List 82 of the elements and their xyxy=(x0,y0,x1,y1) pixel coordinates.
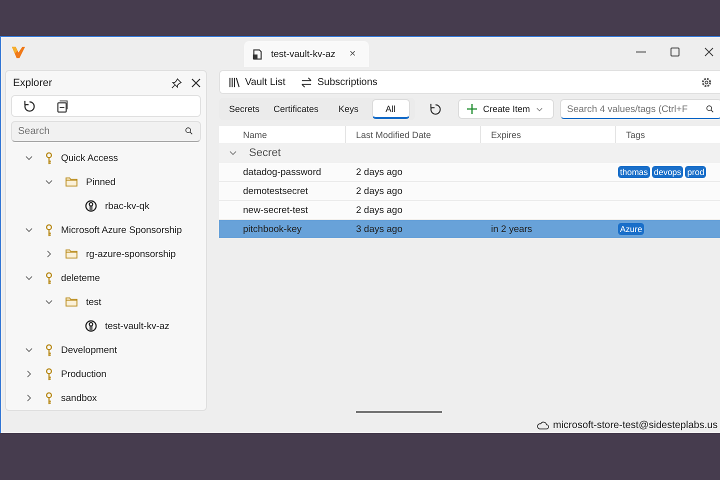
settings-icon[interactable] xyxy=(701,76,712,88)
table-row[interactable]: demotestsecret 2 days ago xyxy=(219,182,720,201)
tree-item[interactable]: test xyxy=(11,290,201,314)
chevron-right-icon[interactable] xyxy=(45,250,53,258)
chevron-down-icon[interactable] xyxy=(45,298,53,306)
key-icon xyxy=(45,152,53,164)
refresh-icon[interactable] xyxy=(23,100,36,112)
vault-lock-icon xyxy=(252,48,263,60)
tree-item[interactable]: deleteme xyxy=(11,266,201,290)
search-icon xyxy=(706,105,714,113)
tree-item[interactable]: sandbox xyxy=(11,386,201,410)
table-cell: 3 days ago xyxy=(356,224,402,234)
tab-title: test-vault-kv-az xyxy=(271,48,336,60)
table-cell: in 2 years xyxy=(491,224,532,234)
chevron-down-icon[interactable] xyxy=(25,154,33,162)
tree-item[interactable]: test-vault-kv-az xyxy=(11,314,201,338)
key-icon xyxy=(45,368,53,380)
tag: devops xyxy=(652,166,684,178)
search-field[interactable]: Search xyxy=(11,121,201,142)
account-label: microsoft-store-test@sidesteplabs.us xyxy=(553,420,718,431)
search-icon xyxy=(185,127,193,135)
group-label: Secret xyxy=(249,147,281,159)
filter-tab[interactable]: Keys xyxy=(332,99,366,119)
filter-tab[interactable]: Certificates xyxy=(266,99,326,119)
table-row[interactable]: datadog-password 2 days ago thomas devops prod xyxy=(219,163,720,182)
table-cell: 2 days ago xyxy=(356,186,402,196)
tree-item[interactable]: rg-azure-sponsorship xyxy=(11,242,201,266)
chevron-down-icon[interactable] xyxy=(25,274,33,282)
folder-icon xyxy=(65,297,78,307)
subscriptions-button[interactable]: Subscriptions xyxy=(301,76,378,88)
library-icon xyxy=(229,76,240,88)
tag: prod xyxy=(685,166,706,178)
tree-item[interactable]: Production xyxy=(11,362,201,386)
cloud-icon xyxy=(537,421,549,430)
swap-icon xyxy=(301,76,312,88)
table-row[interactable]: pitchbook-key 3 days ago in 2 years Azure xyxy=(219,220,720,239)
folder-icon xyxy=(65,249,78,259)
vault-icon xyxy=(85,200,97,212)
key-icon xyxy=(45,392,53,404)
tag: thomas xyxy=(618,166,650,178)
tree-item[interactable]: Pinned xyxy=(11,170,201,194)
collapse-all-icon[interactable] xyxy=(56,100,69,112)
table-cell: 2 days ago xyxy=(356,204,402,216)
chevron-down-icon[interactable] xyxy=(229,149,237,157)
refresh-icon[interactable] xyxy=(429,102,442,116)
filter-tab[interactable]: All xyxy=(372,99,410,119)
filter-tab[interactable]: Secrets xyxy=(222,99,267,119)
panel-title: Explorer xyxy=(13,77,52,89)
table-cell: 2 days ago xyxy=(356,166,402,178)
chevron-right-icon[interactable] xyxy=(25,370,33,378)
table-cell: datadog-password xyxy=(243,166,322,178)
folder-icon xyxy=(65,177,78,187)
tag: Azure xyxy=(618,223,644,235)
tree-item[interactable]: Quick Access xyxy=(11,146,201,170)
close-tab-button[interactable]: × xyxy=(349,48,356,60)
chevron-down-icon[interactable] xyxy=(45,178,53,186)
vault-icon xyxy=(85,320,97,332)
scrollbar[interactable] xyxy=(356,411,442,413)
pin-icon[interactable] xyxy=(171,78,182,88)
chevron-right-icon[interactable] xyxy=(25,394,33,402)
chevron-down-icon[interactable] xyxy=(25,346,33,354)
plus-icon xyxy=(467,104,477,114)
tree-item[interactable]: Microsoft Azure Sponsorship xyxy=(11,218,201,242)
document-tab[interactable]: test-vault-kv-az × xyxy=(244,41,369,67)
search-field[interactable]: Search 4 values/tags (Ctrl+F xyxy=(560,99,720,119)
close-icon[interactable] xyxy=(191,78,201,88)
maximize-icon[interactable] xyxy=(670,47,680,57)
app-logo-icon xyxy=(11,44,26,60)
close-icon[interactable] xyxy=(704,47,714,57)
table-row[interactable]: new-secret-test 2 days ago xyxy=(219,201,720,220)
tree-item[interactable]: rbac-kv-qk xyxy=(11,194,201,218)
vault-list-button[interactable]: Vault List xyxy=(229,76,286,88)
caret-icon xyxy=(536,106,544,112)
create-item-button[interactable]: Create Item xyxy=(458,99,554,119)
table-cell: demotestsecret xyxy=(243,186,308,196)
key-icon xyxy=(45,272,53,284)
key-icon xyxy=(45,224,53,236)
chevron-down-icon[interactable] xyxy=(25,226,33,234)
tree-item[interactable]: Development xyxy=(11,338,201,362)
table-cell: new-secret-test xyxy=(243,204,308,216)
key-icon xyxy=(45,344,53,356)
table-cell: pitchbook-key xyxy=(243,224,302,234)
